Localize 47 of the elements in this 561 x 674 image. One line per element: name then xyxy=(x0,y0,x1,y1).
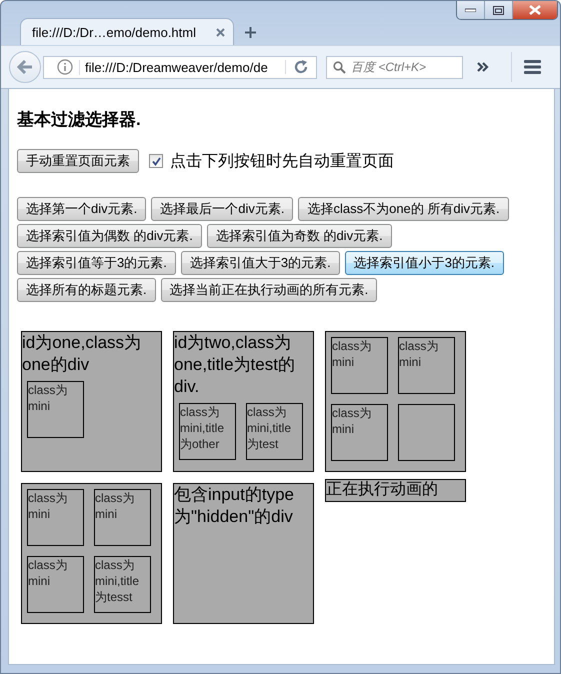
filter-button[interactable]: 选择所有的标题元素. xyxy=(17,278,156,302)
maximize-button[interactable] xyxy=(485,1,513,19)
filter-button[interactable]: 选择索引值为偶数 的div元素. xyxy=(17,224,202,248)
close-button[interactable] xyxy=(513,1,557,19)
mini-div: class为mini xyxy=(398,337,455,394)
filter-button[interactable]: 选择当前正在执行动画的所有元素. xyxy=(160,278,378,302)
mini-div xyxy=(398,404,455,461)
div-text: id为two,class为one,title为test的div. xyxy=(174,332,296,398)
search-icon xyxy=(333,60,346,74)
back-arrow-icon xyxy=(17,60,33,74)
address-bar[interactable]: file:///D:/Dreamweaver/demo/de xyxy=(43,56,317,78)
div-text: 包含input的type为"hidden"的div xyxy=(174,484,295,528)
browser-tab[interactable]: file:///D:/Dr…emo/demo.html xyxy=(20,18,234,45)
reload-icon[interactable] xyxy=(294,60,308,74)
checkbox-label[interactable]: 点击下列按钮时先自动重置页面 xyxy=(170,150,394,172)
sample-div: 正在执行动画的 xyxy=(325,479,466,502)
mini-div: class为mini xyxy=(331,337,388,394)
reset-button[interactable]: 手动重置页面元素 xyxy=(17,149,139,173)
menu-icon[interactable] xyxy=(524,60,541,74)
checkbox[interactable] xyxy=(149,154,163,168)
filter-button[interactable]: 选择class不为one的 所有div元素. xyxy=(298,197,509,221)
search-field[interactable]: 百度 <Ctrl+K> xyxy=(326,56,463,78)
filter-button[interactable]: 选择第一个div元素. xyxy=(17,197,146,221)
mini-div: class为mini xyxy=(331,404,388,461)
mini-div: class为mini,title为test xyxy=(246,403,303,460)
filter-button[interactable]: 选择索引值小于3的元素. xyxy=(344,251,504,275)
page-heading: 基本过滤选择器. xyxy=(17,109,141,130)
minimize-icon xyxy=(465,8,476,12)
minimize-button[interactable] xyxy=(457,1,485,19)
mini-div: class为mini,title为other xyxy=(179,403,236,460)
new-tab-icon[interactable] xyxy=(245,27,256,38)
mini-div: class为mini xyxy=(27,381,84,438)
filter-button[interactable]: 选择索引值大于3的元素. xyxy=(180,251,340,275)
mini-div: class为mini,title为tesst xyxy=(94,556,151,613)
info-icon[interactable] xyxy=(57,59,73,75)
filter-button[interactable]: 选择索引值等于3的元素. xyxy=(17,251,176,275)
back-button[interactable] xyxy=(9,51,41,83)
mini-div: class为mini xyxy=(94,489,151,546)
filter-button[interactable]: 选择最后一个div元素. xyxy=(151,197,294,221)
close-icon[interactable] xyxy=(216,28,225,36)
mini-div: class为mini xyxy=(27,556,84,613)
maximize-icon xyxy=(493,6,504,14)
div-text: id为one,class为one的div xyxy=(22,332,142,376)
mini-div: class为mini xyxy=(27,489,84,546)
close-icon xyxy=(529,5,541,15)
filter-button[interactable]: 选择索引值为奇数 的div元素. xyxy=(206,224,392,248)
overflow-chevron-icon[interactable] xyxy=(477,62,489,72)
